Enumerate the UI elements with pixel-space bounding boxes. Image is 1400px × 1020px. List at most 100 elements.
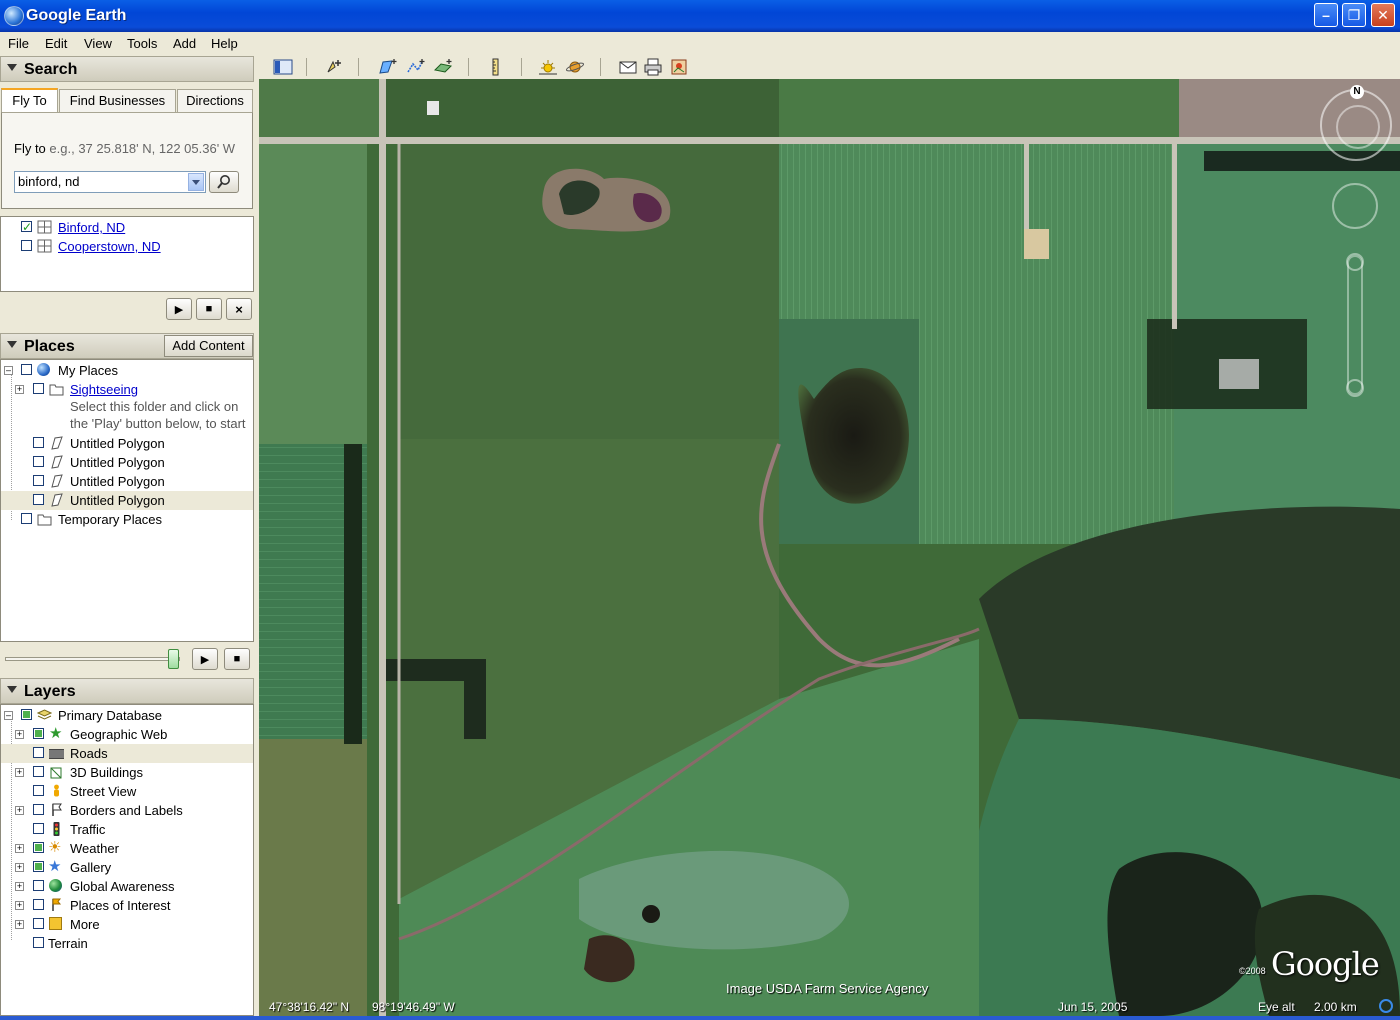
tab-directions[interactable]: Directions <box>177 89 253 112</box>
layer-traffic[interactable]: Traffic <box>1 820 253 839</box>
maximize-button[interactable]: ❐ <box>1342 3 1366 27</box>
menu-add[interactable]: Add <box>173 36 196 51</box>
layer-checkbox[interactable] <box>33 823 44 834</box>
add-polygon-icon[interactable] <box>378 58 398 76</box>
layer-borders-labels[interactable]: + Borders and Labels <box>1 801 253 820</box>
result-checkbox[interactable] <box>21 240 32 251</box>
item-checkbox[interactable] <box>33 456 44 467</box>
fly-to-input[interactable] <box>18 174 183 189</box>
layer-checkbox[interactable] <box>33 804 44 815</box>
expand-icon[interactable]: + <box>15 768 24 777</box>
clear-results-button[interactable]: × <box>226 298 252 320</box>
layer-checkbox[interactable] <box>33 785 44 796</box>
stop-places-button[interactable]: ■ <box>224 648 250 670</box>
item-checkbox[interactable] <box>21 364 32 375</box>
expand-icon[interactable]: + <box>15 882 24 891</box>
play-tour-button[interactable]: ▶ <box>166 298 192 320</box>
result-label[interactable]: Cooperstown, ND <box>58 237 161 256</box>
tree-item-my-places[interactable]: – My Places <box>1 361 253 380</box>
item-checkbox[interactable] <box>33 494 44 505</box>
earth-3d-view[interactable]: N Image USDA Farm Service Agency ©2008 G… <box>259 79 1400 1016</box>
menu-view[interactable]: View <box>84 36 112 51</box>
zoom-slider[interactable] <box>1346 253 1364 397</box>
search-panel-header[interactable]: Search <box>0 56 254 82</box>
result-checkbox[interactable] <box>21 218 32 237</box>
sky-planet-icon[interactable] <box>565 58 585 76</box>
result-label[interactable]: Binford, ND <box>58 218 125 237</box>
tree-item-polygon-selected[interactable]: Untitled Polygon <box>1 491 253 510</box>
print-icon[interactable] <box>643 58 663 76</box>
layer-terrain[interactable]: Terrain <box>1 934 253 953</box>
tree-item-polygon[interactable]: Untitled Polygon <box>1 472 253 491</box>
item-checkbox[interactable] <box>33 383 44 394</box>
add-placemark-icon[interactable] <box>324 58 344 76</box>
layer-checkbox[interactable] <box>33 937 44 948</box>
collapse-icon[interactable]: – <box>4 366 13 375</box>
ruler-icon[interactable] <box>486 58 506 76</box>
item-checkbox[interactable] <box>33 475 44 486</box>
expand-icon[interactable]: + <box>15 863 24 872</box>
places-panel-header[interactable]: Places Add Content <box>0 333 254 359</box>
add-content-button[interactable]: Add Content <box>164 335 253 357</box>
layer-street-view[interactable]: Street View <box>1 782 253 801</box>
layer-gallery[interactable]: + ★ Gallery <box>1 858 253 877</box>
zoom-out-icon[interactable] <box>1346 379 1364 397</box>
stop-tour-button[interactable]: ■ <box>196 298 222 320</box>
fly-to-combobox[interactable] <box>14 171 206 193</box>
layer-checkbox[interactable] <box>21 709 32 720</box>
layer-places-of-interest[interactable]: + Places of Interest <box>1 896 253 915</box>
zoom-in-icon[interactable] <box>1346 253 1364 271</box>
add-image-overlay-icon[interactable] <box>433 58 453 76</box>
expand-icon[interactable]: + <box>15 920 24 929</box>
sidebar-toggle-icon[interactable] <box>273 58 293 76</box>
close-button[interactable]: ✕ <box>1371 3 1395 27</box>
layer-checkbox[interactable] <box>33 766 44 777</box>
search-button[interactable] <box>209 171 239 193</box>
email-icon[interactable] <box>618 58 638 76</box>
layer-checkbox[interactable] <box>33 918 44 929</box>
layer-checkbox[interactable] <box>33 899 44 910</box>
sunlight-icon[interactable] <box>538 58 558 76</box>
slider-handle[interactable] <box>168 649 179 669</box>
tab-fly-to[interactable]: Fly To <box>1 88 58 113</box>
collapse-icon[interactable]: – <box>4 711 13 720</box>
play-places-button[interactable]: ▶ <box>192 648 218 670</box>
tree-item-temporary-places[interactable]: Temporary Places <box>1 510 253 529</box>
layer-checkbox[interactable] <box>33 728 44 739</box>
expand-icon[interactable]: + <box>15 844 24 853</box>
tab-find-businesses[interactable]: Find Businesses <box>59 89 176 112</box>
layer-geographic-web[interactable]: + ★ Geographic Web <box>1 725 253 744</box>
layer-checkbox[interactable] <box>33 747 44 758</box>
layer-primary-database[interactable]: – Primary Database <box>1 706 253 725</box>
expand-icon[interactable]: + <box>15 385 24 394</box>
menu-file[interactable]: File <box>8 36 29 51</box>
expand-icon[interactable]: + <box>15 901 24 910</box>
layer-weather[interactable]: + ☀ Weather <box>1 839 253 858</box>
add-path-icon[interactable] <box>406 58 426 76</box>
tree-item-polygon[interactable]: Untitled Polygon <box>1 434 253 453</box>
layer-checkbox[interactable] <box>33 861 44 872</box>
menu-tools[interactable]: Tools <box>127 36 157 51</box>
minimize-button[interactable]: – <box>1314 3 1338 27</box>
tour-speed-slider[interactable] <box>5 657 180 661</box>
layer-3d-buildings[interactable]: + 3D Buildings <box>1 763 253 782</box>
layer-roads[interactable]: Roads <box>1 744 253 763</box>
search-result-binford[interactable]: Binford, ND <box>1 218 253 237</box>
expand-icon[interactable]: + <box>15 806 24 815</box>
item-checkbox[interactable] <box>21 513 32 524</box>
tree-item-polygon[interactable]: Untitled Polygon <box>1 453 253 472</box>
menu-help[interactable]: Help <box>211 36 238 51</box>
layer-more[interactable]: + More <box>1 915 253 934</box>
look-joystick[interactable] <box>1332 183 1378 229</box>
menu-edit[interactable]: Edit <box>45 36 67 51</box>
expand-icon[interactable]: + <box>15 730 24 739</box>
dropdown-button[interactable] <box>188 173 204 191</box>
layer-checkbox[interactable] <box>33 842 44 853</box>
layer-global-awareness[interactable]: + Global Awareness <box>1 877 253 896</box>
layers-panel-header[interactable]: Layers <box>0 678 254 704</box>
view-in-maps-icon[interactable] <box>669 58 689 76</box>
search-result-cooperstown[interactable]: Cooperstown, ND <box>1 237 253 256</box>
item-checkbox[interactable] <box>33 437 44 448</box>
layer-checkbox[interactable] <box>33 880 44 891</box>
compass-control[interactable]: N <box>1320 85 1392 161</box>
